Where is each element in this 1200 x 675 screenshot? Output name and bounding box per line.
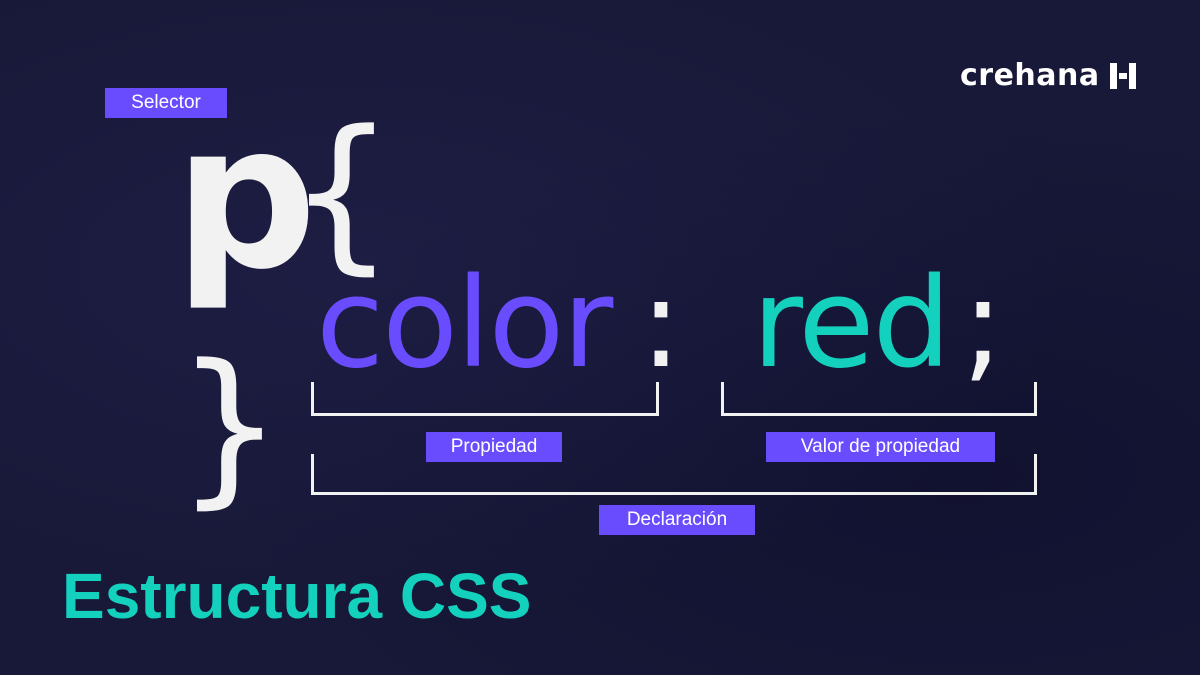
page-title: Estructura CSS [62, 560, 532, 632]
declaration-bracket [311, 454, 1037, 495]
open-brace: { [288, 94, 395, 290]
property-bracket [311, 382, 659, 416]
brand-name: crehana [960, 58, 1100, 93]
brand-logo: crehana [960, 58, 1136, 94]
css-property: color [316, 252, 613, 396]
value-bracket [721, 382, 1037, 416]
declaration-label: Declaración [599, 505, 755, 535]
close-brace: } [176, 328, 283, 524]
crehana-logo-icon [1109, 63, 1136, 89]
colon: : [640, 252, 682, 396]
css-value: red [752, 252, 951, 396]
css-structure-diagram: crehana Selector p { } color : red ; Pro… [0, 0, 1200, 675]
semicolon: ; [962, 252, 1004, 396]
